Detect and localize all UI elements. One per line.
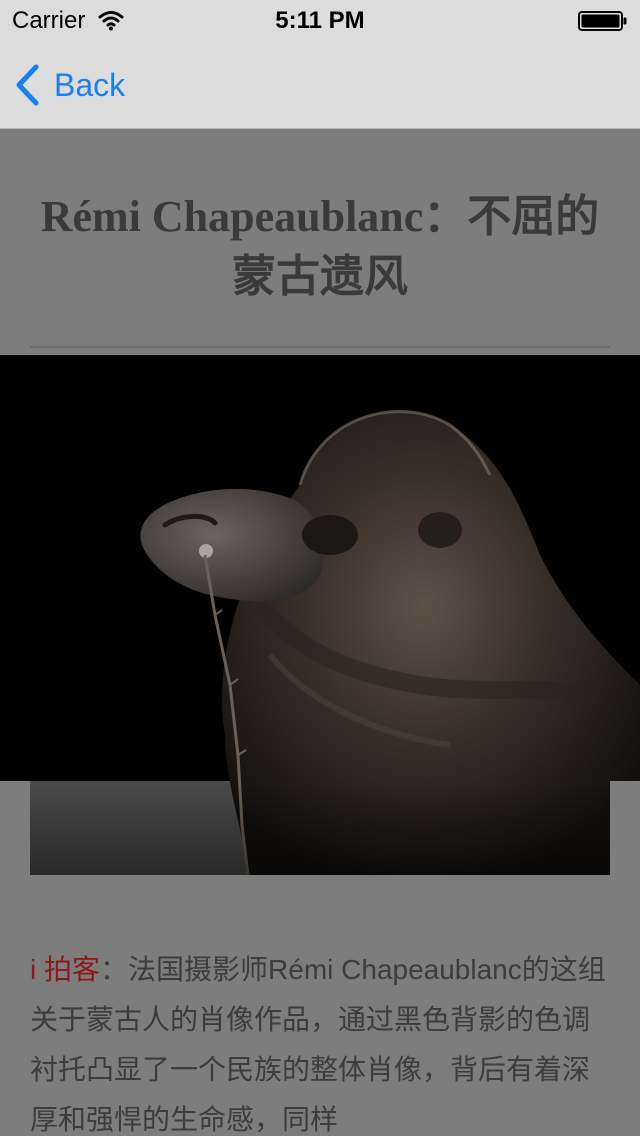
article-caption: i 拍客：法国摄影师Rémi Chapeaublanc的这组关于蒙古人的肖像作品… — [30, 945, 610, 1136]
article-photo[interactable] — [0, 355, 640, 875]
caption-separator: ： — [100, 954, 129, 985]
caption-label: i 拍客 — [30, 954, 101, 985]
camel-portrait-image — [0, 355, 640, 875]
back-button[interactable]: Back — [14, 64, 125, 106]
back-button-label: Back — [54, 66, 126, 103]
navigation-bar: Back — [0, 40, 640, 129]
title-divider — [30, 346, 610, 348]
battery-icon — [578, 11, 627, 31]
status-time: 5:11 PM — [275, 7, 365, 34]
status-bar: Carrier 5:11 PM — [0, 0, 640, 40]
article-title: Rémi Chapeaublanc：不屈的蒙古遗风 — [40, 192, 600, 301]
chevron-left-icon — [16, 64, 39, 106]
article-content[interactable]: Rémi Chapeaublanc：不屈的蒙古遗风 i 拍客：法国摄影师Rémi… — [0, 129, 640, 1136]
